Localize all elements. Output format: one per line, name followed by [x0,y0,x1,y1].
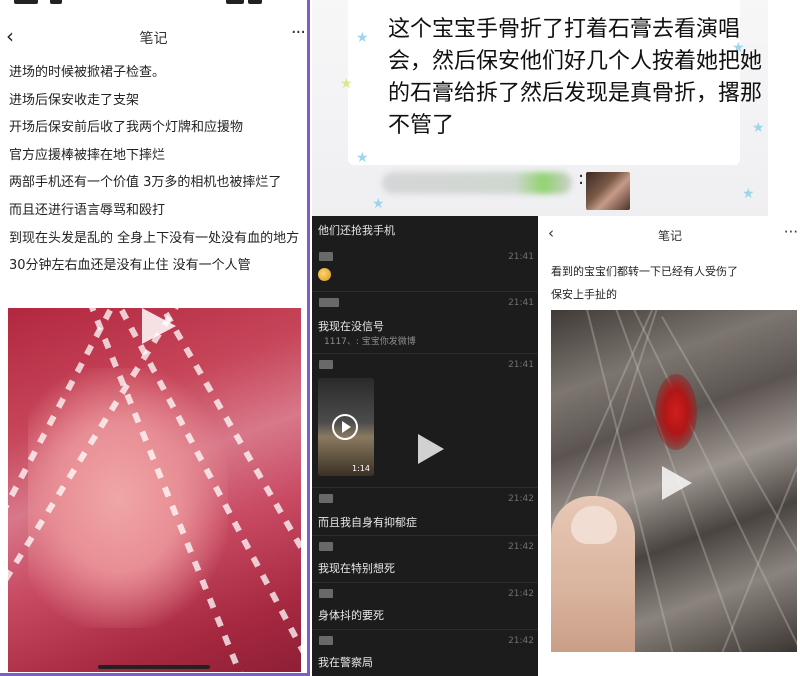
play-circle-icon[interactable] [332,414,358,440]
play-icon[interactable] [662,466,692,500]
chat-screenshot: 他们还抢我手机 21:41 21:41 我现在没信号 1117、: 宝宝你发微博… [312,216,538,676]
avatar [319,494,333,503]
blurred-username [382,172,572,194]
message-text: 而且我自身有抑郁症 [318,516,417,529]
avatar [319,542,333,551]
left-note-screenshot: ‹ 笔记 ··· 进场的时候被掀裙子检查。 进场后保安收走了支架 开场后保安前后… [0,0,310,676]
note-line: 而且还进行语言辱骂和殴打 [9,202,166,218]
right-note-screenshot: ‹ 笔记 ··· 看到的宝宝们都转一下已经有人受伤了 保安上手扯的 [540,216,800,676]
timestamp: 21:42 [508,636,534,646]
home-indicator [98,665,210,669]
message-text: 我现在没信号 [318,320,384,333]
wound [655,374,697,450]
note-line: 官方应援棒被摔在地下摔烂 [9,147,166,163]
star-icon: ★ [356,150,369,166]
chat-message: 他们还抢我手机 [318,224,395,237]
chat-message: 21:42 身体抖的要死 [312,583,538,630]
play-icon[interactable] [142,308,176,344]
page-title: 笔记 [139,31,168,47]
separator: : [578,168,585,189]
message-text: 我在警察局 [318,656,373,669]
chat-message: 21:42 而且我自身有抑郁症 [312,488,538,536]
timestamp: 21:41 [508,360,534,370]
chat-message: 21:42 我在警察局 [312,630,538,676]
page-title: 笔记 [657,229,682,243]
avatar [319,636,333,645]
note-line: 到现在头发是乱的 全身上下没有一处没有血的地方 [9,230,300,246]
star-icon: ★ [340,76,353,92]
caption-screenshot: ★ ★ ★ ★ ★ ★ ★ 这个宝宝手骨折了打着石膏去看演唱会，然后保安他们好几… [312,0,768,216]
more-icon[interactable]: ··· [784,223,798,241]
play-icon[interactable] [418,434,444,464]
chat-message: 21:41 我现在没信号 1117、: 宝宝你发微博 [312,292,538,354]
note-line: 看到的宝宝们都转一下已经有人受伤了 [551,265,738,278]
video-duration: 1:14 [352,464,370,473]
note-body: 进场的时候被掀裙子检查。 进场后保安收走了支架 开场后保安前后收了我两个灯牌和应… [9,64,304,284]
chat-message: 21:41 [312,246,538,292]
avatar [319,252,333,261]
avatar [319,298,339,307]
quoted-reply: 1117、: 宝宝你发微博 [324,337,416,347]
note-video[interactable] [8,308,301,672]
video-message[interactable]: 1:14 [318,378,374,476]
more-icon[interactable]: ··· [291,22,306,43]
star-icon: ★ [372,196,385,212]
note-line: 进场后保安收走了支架 [9,92,140,108]
top-nav: ‹ 笔记 ··· [0,18,307,54]
photo-thumbnail[interactable] [586,172,630,210]
message-text: 身体抖的要死 [318,609,384,622]
timestamp: 21:42 [508,589,534,599]
note-line: 保安上手扯的 [551,288,617,301]
message-text: 我现在特别想死 [318,562,395,575]
timestamp: 21:41 [508,298,534,308]
note-line: 两部手机还有一个价值 3万多的相机也被摔烂了 [9,175,282,191]
chat-message: 21:42 我现在特别想死 [312,536,538,583]
status-bar [0,0,307,10]
avatar [319,589,333,598]
note-line: 开场后保安前后收了我两个灯牌和应援物 [9,120,244,136]
caption-text: 这个宝宝手骨折了打着石膏去看演唱会，然后保安他们好几个人按着她把她的石膏给拆了然… [388,17,763,138]
timestamp: 21:42 [508,494,534,504]
emoji-icon [318,268,331,281]
star-icon: ★ [356,30,369,46]
timestamp: 21:42 [508,542,534,552]
timestamp: 21:41 [508,252,534,262]
avatar [319,360,333,369]
star-icon: ★ [742,186,755,202]
fingernail [571,506,617,544]
note-line: 30分钟左右血还是没有止住 没有一个人管 [9,257,251,273]
note-line: 进场的时候被掀裙子检查。 [9,65,166,80]
